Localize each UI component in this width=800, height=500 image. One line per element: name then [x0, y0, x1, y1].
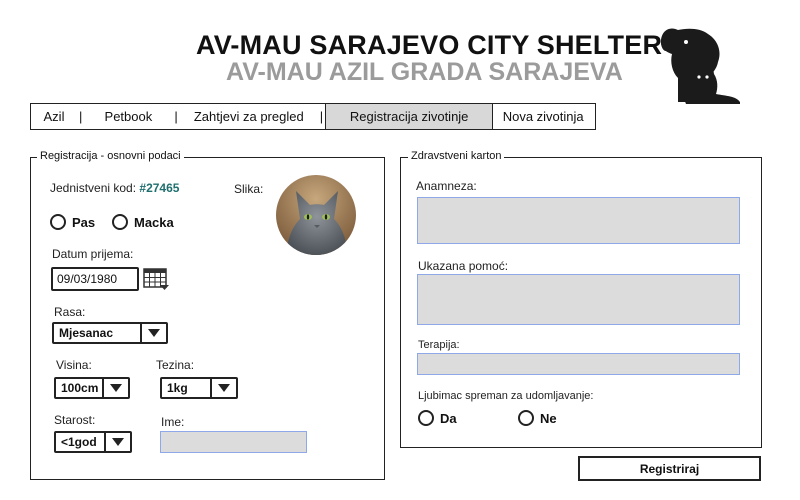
unique-code: Jednistveni kod: #27465 — [50, 181, 179, 195]
date-input[interactable]: 09/03/1980 — [51, 267, 139, 291]
nav-separator: | — [319, 109, 324, 124]
unique-code-value: #27465 — [139, 181, 180, 195]
adoption-ne-label: Ne — [540, 410, 557, 426]
chevron-down-icon — [140, 324, 166, 342]
photo-label: Slika: — [234, 182, 264, 196]
radio-circle-icon — [518, 410, 534, 426]
age-value: <1god — [61, 435, 97, 449]
height-select[interactable]: 100cm — [54, 377, 130, 399]
anamnesis-textarea[interactable] — [417, 197, 740, 244]
species-pas-label: Pas — [72, 214, 96, 230]
adoption-radio-da[interactable]: Da — [418, 410, 457, 426]
species-radio-macka[interactable]: Macka — [112, 214, 174, 230]
nav-item-petbook[interactable]: Petbook — [84, 104, 172, 129]
shelter-title-bs: AV-MAU AZIL GRADA SARAJEVA — [226, 58, 623, 86]
help-label: Ukazana pomoć: — [418, 259, 509, 273]
adoption-label: Ljubimac spreman za udomljavanje: — [418, 390, 594, 402]
main-nav: Azil | Petbook | Zahtjevi za pregled | R… — [30, 103, 596, 130]
nav-item-azil[interactable]: Azil — [31, 104, 77, 129]
radio-circle-icon — [50, 214, 66, 230]
nav-item-nova-zivotinja[interactable]: Nova zivotinja — [493, 104, 593, 129]
species-radio-pas[interactable]: Pas — [50, 214, 95, 230]
chevron-down-icon — [210, 379, 236, 397]
nav-separator: | — [79, 109, 83, 124]
weight-label: Tezina: — [156, 358, 195, 372]
nav-item-registracija[interactable]: Registracija zivotinje — [325, 104, 494, 129]
radio-circle-icon — [418, 410, 434, 426]
name-label: Ime: — [161, 415, 185, 429]
age-select[interactable]: <1god — [54, 431, 132, 453]
unique-code-label: Jednistveni kod: — [50, 181, 137, 195]
breed-label: Rasa: — [54, 305, 86, 319]
calendar-icon[interactable] — [143, 267, 171, 296]
height-value: 100cm — [61, 381, 99, 395]
nav-item-zahtjevi[interactable]: Zahtjevi za pregled — [180, 104, 318, 129]
animal-photo[interactable] — [276, 175, 356, 255]
chevron-down-icon — [102, 379, 128, 397]
weight-value: 1kg — [167, 381, 188, 395]
shelter-title-en: AV-MAU SARAJEVO CITY SHELTER — [196, 30, 663, 60]
chevron-down-icon — [104, 433, 130, 451]
basic-data-legend: Registracija - osnovni podaci — [37, 150, 184, 162]
dog-cat-logo-icon — [656, 22, 742, 111]
breed-select[interactable]: Mjesanac — [52, 322, 168, 344]
age-label: Starost: — [54, 413, 96, 427]
help-textarea[interactable] — [417, 274, 740, 325]
therapy-label: Terapija: — [418, 339, 460, 351]
radio-circle-icon — [112, 214, 128, 230]
date-label: Datum prijema: — [52, 247, 134, 261]
health-record-legend: Zdravstveni karton — [408, 150, 505, 162]
nav-separator: | — [174, 109, 178, 124]
height-label: Visina: — [56, 358, 92, 372]
therapy-input[interactable] — [417, 353, 740, 375]
register-button[interactable]: Registriraj — [578, 456, 761, 481]
species-macka-label: Macka — [134, 214, 174, 230]
anamnesis-label: Anamneza: — [416, 179, 477, 193]
adoption-da-label: Da — [440, 410, 457, 426]
weight-select[interactable]: 1kg — [160, 377, 238, 399]
breed-value: Mjesanac — [59, 326, 114, 340]
adoption-radio-ne[interactable]: Ne — [518, 410, 557, 426]
name-input[interactable] — [160, 431, 307, 453]
